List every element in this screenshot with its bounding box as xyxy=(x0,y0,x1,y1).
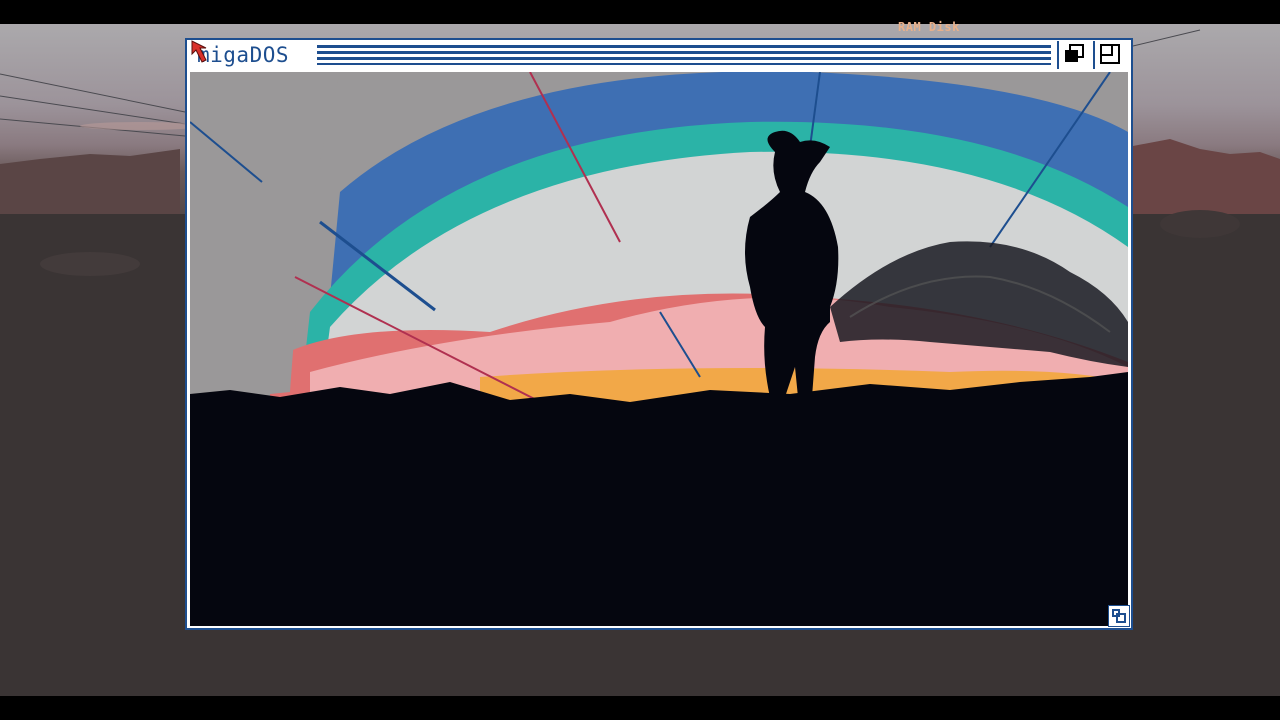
resize-gadget-button[interactable] xyxy=(1108,605,1130,627)
power-line xyxy=(0,95,186,125)
zoom-icon xyxy=(1100,44,1120,64)
cloud xyxy=(80,122,200,130)
depth-arrange-icon xyxy=(1065,44,1084,62)
depth-gadget-button[interactable] xyxy=(1057,41,1089,69)
amigados-window[interactable]: migaDOS xyxy=(185,38,1133,630)
window-content-area xyxy=(190,72,1128,626)
mountain-left xyxy=(0,149,180,224)
resize-icon xyxy=(1112,609,1126,623)
bush xyxy=(1160,210,1240,238)
ground-silhouette xyxy=(190,372,1128,626)
ram-disk-icon-label[interactable]: RAM Disk xyxy=(898,20,960,34)
screen: RAM Disk migaDOS xyxy=(0,0,1280,720)
power-line xyxy=(1132,29,1201,47)
posterized-silhouette-image xyxy=(190,72,1128,626)
mouse-pointer-icon xyxy=(191,40,213,66)
power-line xyxy=(0,73,186,113)
title-bar-drag-stripes[interactable] xyxy=(317,45,1051,65)
window-title-bar[interactable]: migaDOS xyxy=(187,40,1131,70)
bush xyxy=(40,252,140,276)
zoom-gadget-button[interactable] xyxy=(1093,41,1125,69)
